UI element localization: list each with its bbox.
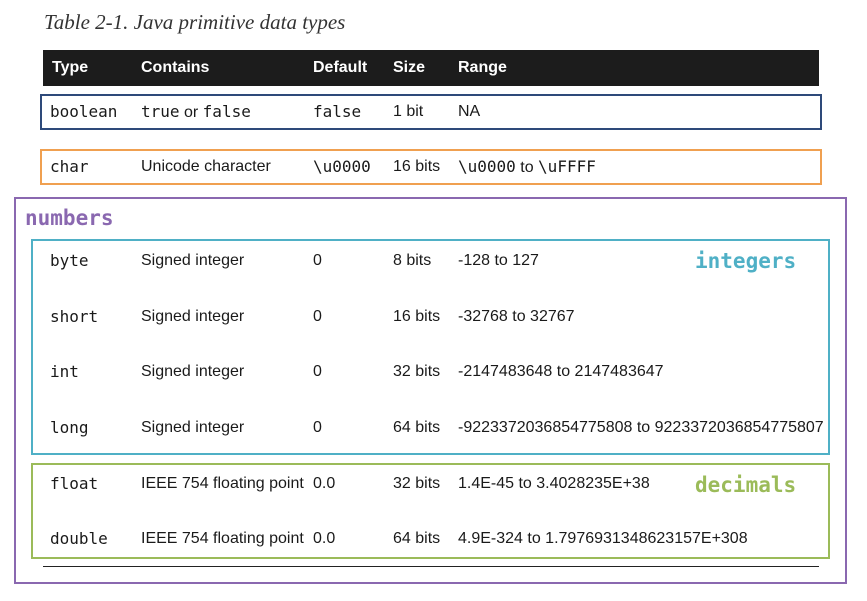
cell-range: -128 to 127 xyxy=(458,252,539,269)
header-type: Type xyxy=(52,59,89,76)
cell-contains: Signed integer xyxy=(141,363,245,380)
cell-contains-true: true xyxy=(141,102,180,121)
cell-default: 0.0 xyxy=(313,475,336,492)
table-row-byte: byte Signed integer 0 8 bits -128 to 127 xyxy=(0,243,867,279)
cell-range-min: \u0000 xyxy=(458,157,516,176)
cell-default: 0 xyxy=(313,308,322,325)
cell-default: 0.0 xyxy=(313,530,336,547)
table-row-char: char Unicode character \u0000 16 bits \u… xyxy=(0,149,867,185)
cell-type: float xyxy=(50,474,99,493)
cell-contains-or: or xyxy=(183,104,199,121)
cell-type: short xyxy=(50,307,99,326)
table-row-float: float IEEE 754 floating point 0.0 32 bit… xyxy=(0,466,867,502)
cell-size: 32 bits xyxy=(393,363,441,380)
cell-size: 16 bits xyxy=(393,308,441,325)
cell-default: false xyxy=(313,102,362,121)
cell-contains: Signed integer xyxy=(141,308,245,325)
cell-type: byte xyxy=(50,251,89,270)
table-header: Type Contains Default Size Range xyxy=(43,50,819,86)
table-row-int: int Signed integer 0 32 bits -2147483648… xyxy=(0,354,867,390)
cell-type: char xyxy=(50,157,89,176)
cell-type: boolean xyxy=(50,102,118,121)
cell-default: \u0000 xyxy=(313,157,371,176)
numbers-label: numbers xyxy=(25,206,114,230)
cell-contains: IEEE 754 floating point xyxy=(141,475,304,492)
cell-type: long xyxy=(50,418,89,437)
cell-default: 0 xyxy=(313,419,322,436)
cell-size: 1 bit xyxy=(393,103,424,120)
table-row-long: long Signed integer 0 64 bits -922337203… xyxy=(0,410,867,446)
cell-default: 0 xyxy=(313,252,322,269)
cell-size: 8 bits xyxy=(393,252,432,269)
cell-default: 0 xyxy=(313,363,322,380)
header-range: Range xyxy=(458,59,507,76)
cell-range: \u0000 to \uFFFF xyxy=(458,149,596,186)
header-default: Default xyxy=(313,59,368,76)
cell-type: int xyxy=(50,362,79,381)
cell-type: double xyxy=(50,529,108,548)
table-row-boolean: boolean true or false false 1 bit NA xyxy=(0,94,867,130)
cell-contains-false: false xyxy=(202,102,251,121)
cell-contains: true or false xyxy=(141,94,251,131)
cell-range: NA xyxy=(458,103,481,120)
cell-size: 32 bits xyxy=(393,475,441,492)
cell-range-to: to xyxy=(520,159,534,176)
header-contains: Contains xyxy=(141,59,210,76)
cell-contains: Signed integer xyxy=(141,419,245,436)
table-bottom-rule xyxy=(43,566,819,567)
cell-range: -9223372036854775808 to 9223372036854775… xyxy=(458,419,824,436)
table-row-double: double IEEE 754 floating point 0.0 64 bi… xyxy=(0,521,867,557)
table-row-short: short Signed integer 0 16 bits -32768 to… xyxy=(0,299,867,335)
cell-size: 16 bits xyxy=(393,158,441,175)
cell-range: -2147483648 to 2147483647 xyxy=(458,363,664,380)
cell-size: 64 bits xyxy=(393,530,441,547)
cell-range: 1.4E-45 to 3.4028235E+38 xyxy=(458,475,650,492)
cell-contains: IEEE 754 floating point xyxy=(141,530,304,547)
header-size: Size xyxy=(393,59,426,76)
cell-range-max: \uFFFF xyxy=(538,157,596,176)
table-caption: Table 2-1. Java primitive data types xyxy=(44,10,346,34)
cell-contains: Unicode character xyxy=(141,158,271,175)
cell-size: 64 bits xyxy=(393,419,441,436)
cell-range: -32768 to 32767 xyxy=(458,308,575,325)
cell-range: 4.9E-324 to 1.7976931348623157E+308 xyxy=(458,530,748,547)
cell-contains: Signed integer xyxy=(141,252,245,269)
